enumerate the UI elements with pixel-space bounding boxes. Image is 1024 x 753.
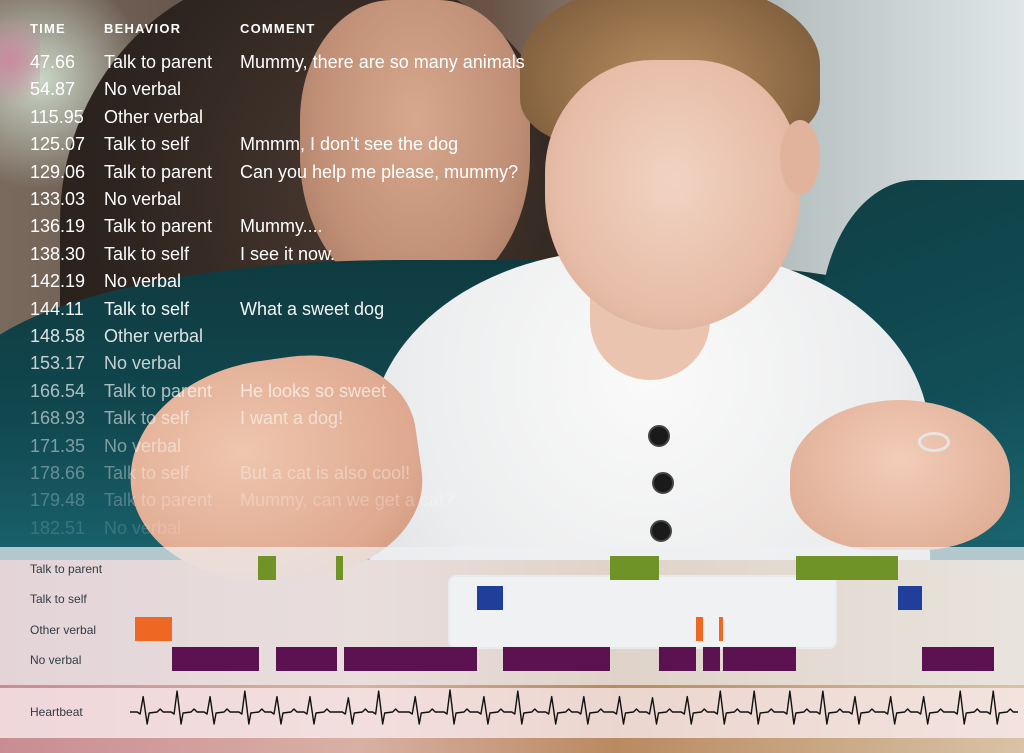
log-behavior: Talk to self [104, 134, 190, 155]
bar-talk-to-parent [257, 556, 277, 580]
bar-no-verbal [171, 647, 259, 671]
log-behavior: No verbal [104, 517, 182, 538]
log-time: 148.58 [30, 326, 86, 346]
child-face [545, 60, 800, 330]
log-comment: Mummy.... [240, 216, 323, 237]
log-comment: Mummy, there are so many animals [240, 52, 525, 72]
log-time: 153.17 [30, 353, 86, 374]
mother-hand-right [790, 400, 1010, 550]
log-comment: He looks so sweet [240, 380, 387, 401]
log-behavior: Talk to parent [104, 216, 213, 237]
bar-no-verbal [703, 647, 720, 671]
bar-other-verbal [718, 617, 724, 641]
log-time: 182.51 [30, 517, 86, 538]
timeline-track [130, 547, 1000, 685]
log-time: 138.30 [30, 243, 86, 264]
behavior-timeline: Talk to parent Talk to self Other verbal… [0, 547, 1024, 685]
log-behavior: Talk to parent [104, 490, 213, 511]
log-comment: But a cat is also cool! [240, 463, 411, 483]
log-time: 129.06 [30, 161, 86, 182]
log-time: 171.35 [30, 435, 86, 456]
bar-talk-to-parent [796, 556, 899, 580]
log-comment: I see it now. [240, 243, 336, 264]
bar-no-verbal [723, 647, 797, 671]
child-ear [780, 120, 820, 195]
log-time: 125.07 [30, 134, 86, 155]
log-time: 133.03 [30, 189, 86, 209]
log-comment: Mummy, can we get a cat? [240, 490, 454, 511]
log-time: 142.19 [30, 271, 86, 292]
log-behavior: Talk to parent [104, 380, 213, 401]
log-time: 115.95 [30, 106, 84, 127]
log-time: 166.54 [30, 380, 86, 401]
log-time: 136.19 [30, 216, 86, 237]
log-behavior: No verbal [104, 79, 182, 100]
bar-talk-to-parent [336, 556, 344, 580]
heartbeat-strip: Heartbeat [0, 688, 1024, 738]
bar-other-verbal [135, 617, 172, 641]
header-time: TIME [30, 21, 66, 36]
row-label-other-verbal: Other verbal [30, 623, 97, 637]
log-time: 54.87 [30, 79, 76, 100]
log-behavior: Talk to self [104, 463, 190, 483]
log-behavior: No verbal [104, 353, 182, 374]
log-behavior: No verbal [104, 435, 182, 456]
log-time: 144.11 [30, 298, 84, 319]
log-behavior: Talk to parent [104, 52, 213, 72]
shirt-button [650, 520, 672, 542]
log-comment: What a sweet dog [240, 298, 385, 319]
bar-other-verbal [696, 617, 704, 641]
bar-talk-to-self [898, 586, 922, 610]
heartbeat-line [130, 689, 1018, 725]
ring [918, 432, 950, 452]
header-comment: COMMENT [240, 21, 316, 36]
log-comment: Can you help me please, mummy? [240, 161, 519, 182]
row-label-no-verbal: No verbal [30, 653, 82, 667]
heartbeat-label: Heartbeat [30, 705, 83, 719]
shirt-button [648, 425, 670, 447]
log-behavior: Talk to self [104, 243, 190, 264]
heartbeat-trace [130, 689, 1018, 725]
log-behavior: No verbal [104, 271, 182, 292]
header-behavior: BEHAVIOR [104, 21, 182, 36]
bar-no-verbal [344, 647, 478, 671]
log-behavior: Talk to self [104, 298, 190, 319]
bar-no-verbal [921, 647, 994, 671]
shirt-button [652, 472, 674, 494]
row-label-talk-to-self: Talk to self [30, 592, 87, 606]
log-time: 178.66 [30, 463, 86, 483]
bar-no-verbal [503, 647, 611, 671]
row-label-talk-to-parent: Talk to parent [30, 562, 103, 576]
log-behavior: Talk to parent [104, 161, 213, 182]
log-time: 47.66 [30, 52, 76, 72]
bar-no-verbal [658, 647, 697, 671]
bar-talk-to-parent [610, 556, 659, 580]
bar-no-verbal [276, 647, 338, 671]
log-behavior: Talk to self [104, 408, 190, 429]
log-time: 168.93 [30, 408, 86, 429]
log-time: 179.48 [30, 490, 86, 511]
log-comment: I want a dog! [240, 408, 344, 429]
log-behavior: Other verbal [104, 326, 204, 346]
log-behavior: Other verbal [104, 106, 204, 127]
log-comment: Mmmm, I don’t see the dog [240, 134, 459, 155]
bar-talk-to-self [477, 586, 504, 610]
log-behavior: No verbal [104, 189, 182, 209]
